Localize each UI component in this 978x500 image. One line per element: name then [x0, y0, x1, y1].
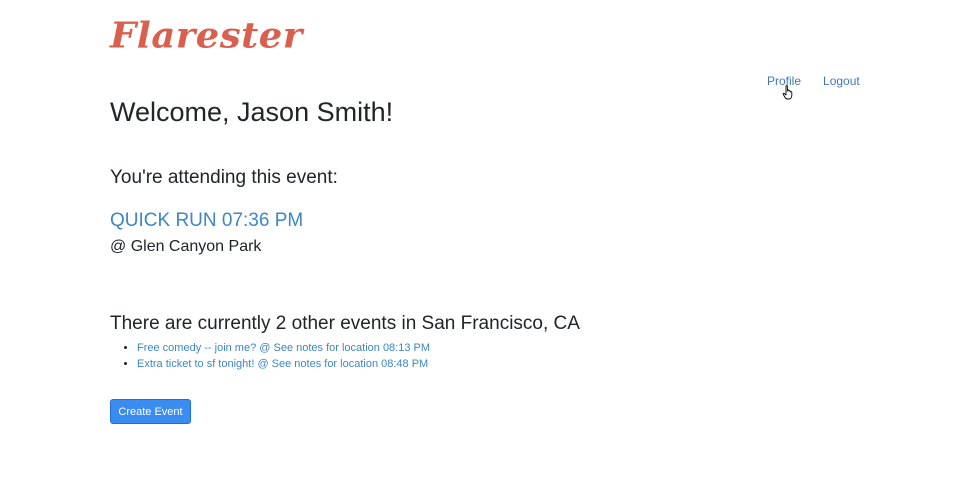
logout-link[interactable]: Logout: [823, 74, 860, 88]
attending-heading: You're attending this event:: [110, 167, 338, 188]
other-events-heading: There are currently 2 other events in Sa…: [110, 313, 580, 334]
create-event-button[interactable]: Create Event: [110, 399, 191, 424]
page: Flarester Profile Logout Welcome, Jason …: [0, 0, 978, 500]
other-event-link[interactable]: Extra ticket to sf tonight! @ See notes …: [137, 358, 428, 370]
brand-logo[interactable]: Flarester: [110, 14, 303, 56]
top-nav: Profile Logout: [767, 74, 860, 88]
other-event-link[interactable]: Free comedy -- join me? @ See notes for …: [137, 342, 430, 354]
other-events-list: Free comedy -- join me? @ See notes for …: [110, 340, 430, 372]
list-item: Free comedy -- join me? @ See notes for …: [137, 340, 430, 356]
attending-event-link[interactable]: QUICK RUN 07:36 PM: [110, 209, 303, 233]
welcome-heading: Welcome, Jason Smith!: [110, 97, 394, 127]
attending-event-location: @ Glen Canyon Park: [110, 238, 262, 255]
hand-pointer-icon: [782, 85, 793, 100]
list-item: Extra ticket to sf tonight! @ See notes …: [137, 356, 430, 372]
